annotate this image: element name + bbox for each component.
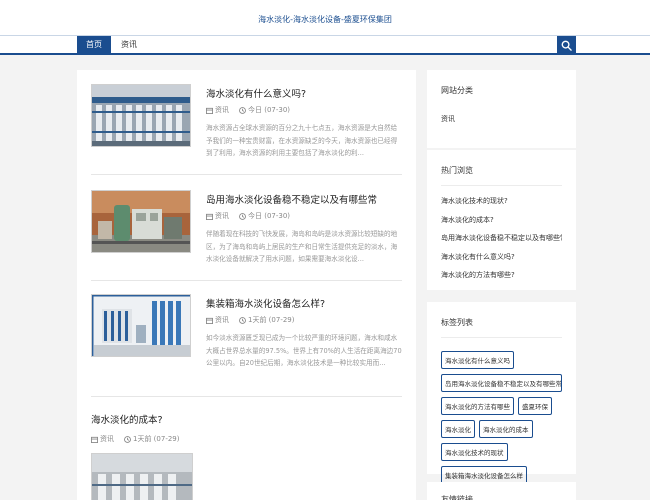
post-category[interactable]: 资讯	[100, 434, 114, 444]
post-thumbnail[interactable]	[91, 190, 191, 253]
tag-link[interactable]: 盛夏环保	[518, 397, 552, 415]
widget-title: 友情链接	[441, 495, 473, 500]
list-item: 集装箱海水淡化设备怎么样? 资讯 1天前 (07-29) 如今淡水资源匮乏现已成…	[91, 294, 402, 384]
post-excerpt: 如今淡水资源匮乏现已成为一个比较严重的环境问题，海水和咸水大概占世界总水量的97…	[206, 334, 402, 367]
post-meta: 资讯 今日 (07-30)	[206, 105, 290, 115]
divider	[91, 174, 402, 175]
search-button[interactable]	[557, 36, 576, 54]
nav-item-news[interactable]: 资讯	[121, 36, 137, 54]
hot-item[interactable]: 海水淡化有什么意义吗?	[441, 248, 562, 267]
tag-link[interactable]: 海水淡化有什么意义吗	[441, 351, 514, 369]
post-thumbnail[interactable]	[91, 453, 193, 500]
folder-icon	[206, 213, 213, 220]
post-title[interactable]: 集装箱海水淡化设备怎么样?	[206, 296, 325, 310]
folder-icon	[91, 436, 98, 443]
sidebar-categories: 网站分类 资讯	[427, 70, 576, 148]
post-meta: 资讯 1天前 (07-29)	[91, 434, 402, 444]
post-thumbnail[interactable]	[91, 294, 191, 357]
post-title[interactable]: 海水淡化的成本?	[91, 412, 402, 426]
tag-link[interactable]: 海水淡化	[441, 420, 475, 438]
post-category[interactable]: 资讯	[215, 105, 229, 115]
post-category[interactable]: 资讯	[215, 315, 229, 325]
sidebar-item-news[interactable]: 资讯	[441, 114, 562, 124]
site-title[interactable]: 海水淡化-海水淡化设备-盛夏环保集团	[0, 14, 650, 25]
list-item: 海水淡化有什么意义吗? 资讯 今日 (07-30) 海水资源占全球水资源的百分之…	[91, 84, 402, 164]
site-header: 海水淡化-海水淡化设备-盛夏环保集团	[0, 0, 650, 35]
hot-item[interactable]: 岛用海水淡化设备稳不稳定以及有哪些常	[441, 229, 562, 248]
post-meta: 资讯 1天前 (07-29)	[206, 315, 294, 325]
tag-link[interactable]: 海水淡化的成本	[479, 420, 533, 438]
post-date: 今日 (07-30)	[248, 212, 291, 220]
tag-link[interactable]: 岛用海水淡化设备稳不稳定以及有哪些常	[441, 374, 562, 392]
search-icon	[561, 40, 572, 51]
folder-icon	[206, 317, 213, 324]
hot-item[interactable]: 海水淡化技术的现状?	[441, 192, 562, 211]
widget-title: 热门浏览	[441, 150, 562, 186]
list-item: 海水淡化的成本? 资讯 1天前 (07-29)	[91, 412, 402, 500]
post-thumbnail[interactable]	[91, 84, 191, 147]
widget-title: 标签列表	[441, 302, 562, 338]
tag-link[interactable]: 海水淡化的方法有哪些	[441, 397, 514, 415]
clock-icon	[239, 212, 246, 220]
sidebar-links: 友情链接	[427, 482, 576, 500]
clock-icon	[124, 435, 131, 443]
list-item: 岛用海水淡化设备稳不稳定以及有哪些常 资讯 今日 (07-30) 伴随着现在科技…	[91, 190, 402, 270]
divider	[91, 280, 402, 281]
article-list: 海水淡化有什么意义吗? 资讯 今日 (07-30) 海水资源占全球水资源的百分之…	[77, 70, 416, 500]
tag-link[interactable]: 海水淡化技术的现状	[441, 443, 508, 461]
clock-icon	[239, 106, 246, 114]
post-meta: 资讯 今日 (07-30)	[206, 211, 290, 221]
divider	[91, 396, 402, 397]
post-date: 1天前 (07-29)	[248, 316, 295, 324]
post-excerpt: 海水资源占全球水资源的百分之九十七点五，海水资源是大自然给予我们的一种宝贵财富，…	[206, 124, 398, 157]
post-date: 1天前 (07-29)	[133, 435, 180, 443]
post-title[interactable]: 岛用海水淡化设备稳不稳定以及有哪些常	[206, 192, 377, 206]
post-title[interactable]: 海水淡化有什么意义吗?	[206, 86, 306, 100]
post-excerpt: 伴随着现在科技的飞快发展，海岛和岛屿是淡水资源比较短缺的地区，为了海岛和岛屿上居…	[206, 230, 398, 263]
post-category[interactable]: 资讯	[215, 211, 229, 221]
nav-item-home[interactable]: 首页	[77, 36, 111, 54]
post-date: 今日 (07-30)	[248, 106, 291, 114]
hot-item[interactable]: 海水淡化的成本?	[441, 211, 562, 230]
widget-title: 网站分类	[441, 86, 473, 95]
sidebar-hot: 热门浏览 海水淡化技术的现状? 海水淡化的成本? 岛用海水淡化设备稳不稳定以及有…	[427, 150, 576, 290]
clock-icon	[239, 316, 246, 324]
sidebar-tags: 标签列表 海水淡化有什么意义吗 岛用海水淡化设备稳不稳定以及有哪些常 海水淡化的…	[427, 302, 576, 484]
main-nav: 首页 资讯	[0, 35, 650, 55]
folder-icon	[206, 107, 213, 114]
hot-item[interactable]: 海水淡化的方法有哪些?	[441, 266, 562, 285]
